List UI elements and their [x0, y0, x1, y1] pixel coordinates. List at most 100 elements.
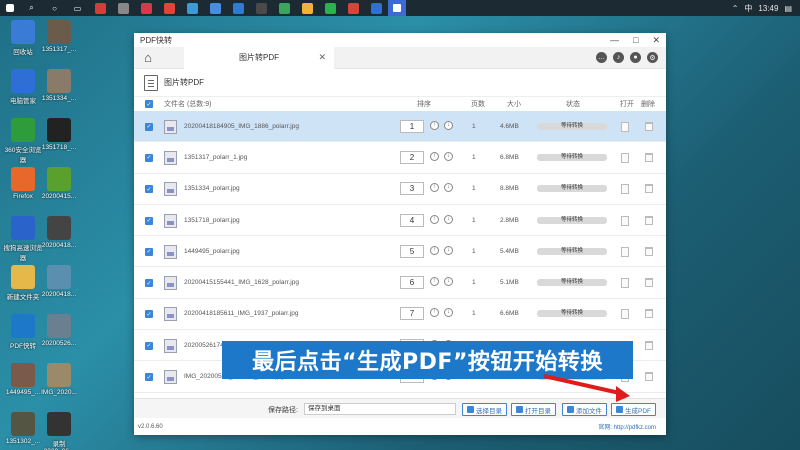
choose-dir-button[interactable]: 选择目录: [462, 403, 507, 416]
move-up-icon[interactable]: ↑: [430, 308, 439, 318]
move-up-icon[interactable]: ↑: [430, 120, 439, 130]
table-row[interactable]: ✓ 20200415155441_IMG_1628_polarr.jpg 6 ↑ ↓ 1 5…: [134, 268, 666, 299]
move-down-icon[interactable]: ↓: [444, 120, 453, 130]
app7-icon[interactable]: [233, 2, 244, 14]
row-checkbox[interactable]: ✓: [145, 216, 153, 225]
order-input[interactable]: 3: [400, 182, 424, 196]
row-checkbox[interactable]: ✓: [145, 153, 153, 162]
row-checkbox[interactable]: ✓: [145, 373, 153, 382]
row-checkbox[interactable]: ✓: [145, 247, 153, 256]
app1-icon[interactable]: [95, 2, 106, 14]
order-input[interactable]: 5: [400, 244, 424, 258]
delete-trash-icon[interactable]: [645, 184, 653, 194]
desktop-icon[interactable]: 录制_2020_06_...: [38, 412, 80, 450]
clock[interactable]: 13:49: [758, 4, 778, 13]
delete-trash-icon[interactable]: [645, 309, 653, 319]
desktop-icon[interactable]: IMG_2020...: [38, 363, 80, 396]
open-file-icon[interactable]: [621, 309, 629, 320]
website-link[interactable]: 官网: http://pdfkz.com: [598, 422, 662, 431]
desktop-icon[interactable]: 1351334_...: [38, 69, 80, 102]
open-file-icon[interactable]: [621, 152, 629, 163]
delete-trash-icon[interactable]: [645, 278, 653, 288]
app12-icon[interactable]: [348, 2, 359, 14]
app14-icon[interactable]: [388, 0, 406, 16]
move-up-icon[interactable]: ↑: [430, 214, 439, 224]
row-checkbox[interactable]: ✓: [145, 122, 153, 131]
table-row[interactable]: ✓ 1351334_polarr.jpg 3 ↑ ↓ 1 8.8MB 等待转换: [134, 174, 666, 205]
header-order[interactable]: 排序: [417, 99, 431, 109]
order-input[interactable]: 6: [400, 276, 424, 290]
save-path-input[interactable]: 保存到桌面: [304, 403, 456, 415]
order-input[interactable]: 1: [400, 119, 424, 133]
add-file-button[interactable]: 添加文件: [562, 403, 607, 416]
app13-icon[interactable]: [371, 2, 382, 14]
app5-icon[interactable]: [187, 2, 198, 14]
open-file-icon[interactable]: [621, 215, 629, 226]
desktop-icon[interactable]: 20200526...: [38, 314, 80, 347]
circle-icon[interactable]: ○: [49, 3, 60, 14]
taskview-icon[interactable]: ▭: [72, 3, 83, 14]
move-up-icon[interactable]: ↑: [430, 151, 439, 161]
move-down-icon[interactable]: ↓: [444, 183, 453, 193]
desktop-icon[interactable]: 20200415...: [38, 167, 80, 200]
open-file-icon[interactable]: [621, 246, 629, 257]
open-file-icon[interactable]: [621, 184, 629, 195]
move-down-icon[interactable]: ↓: [444, 245, 453, 255]
desktop-icon[interactable]: 1351718_...: [38, 118, 80, 151]
close-button[interactable]: ✕: [652, 35, 660, 46]
app9-icon[interactable]: [279, 2, 290, 14]
table-row[interactable]: ✓ 20200418184905_IMG_1886_polarr.jpg 1 ↑ ↓ 1 4…: [134, 111, 666, 143]
tray-up-icon[interactable]: ⌃: [732, 4, 739, 13]
row-checkbox[interactable]: ✓: [145, 279, 153, 288]
move-down-icon[interactable]: ↓: [444, 214, 453, 224]
table-row[interactable]: ✓ 1449495_polarr.jpg 5 ↑ ↓ 1 5.4MB 等待转换: [134, 236, 666, 268]
generate-pdf-button[interactable]: 生成PDF: [611, 403, 656, 416]
headset-icon[interactable]: ♪: [613, 52, 624, 63]
app11-icon[interactable]: [325, 2, 336, 14]
table-row[interactable]: ✓ 1351317_polarr_1.jpg 2 ↑ ↓ 1 6.8MB 等待转换: [134, 142, 666, 174]
table-row[interactable]: ✓ 20200418185611_IMG_1937_polarr.jpg 7 ↑ ↓ 1 6…: [134, 299, 666, 331]
delete-trash-icon[interactable]: [645, 340, 653, 350]
gear-icon[interactable]: ⚙: [647, 52, 658, 63]
row-checkbox[interactable]: ✓: [145, 310, 153, 319]
delete-trash-icon[interactable]: [645, 246, 653, 256]
open-file-icon[interactable]: [621, 121, 629, 132]
notification-icon[interactable]: ▤: [784, 4, 792, 13]
search-icon[interactable]: ⌕: [26, 3, 37, 14]
app10-icon[interactable]: [302, 2, 313, 14]
minimize-button[interactable]: —: [610, 35, 619, 46]
open-file-icon[interactable]: [621, 278, 629, 289]
app8-icon[interactable]: [256, 2, 267, 14]
move-up-icon[interactable]: ↑: [430, 245, 439, 255]
open-dir-button[interactable]: 打开目录: [511, 403, 556, 416]
app6-icon[interactable]: [210, 2, 221, 14]
delete-trash-icon[interactable]: [645, 152, 653, 162]
input-method[interactable]: 中: [744, 3, 752, 14]
delete-trash-icon[interactable]: [645, 372, 653, 382]
desktop-icon[interactable]: 1351317_...: [38, 20, 80, 53]
home-icon[interactable]: ⌂: [134, 47, 162, 69]
user-icon[interactable]: ●: [630, 52, 641, 63]
order-input[interactable]: 2: [400, 150, 424, 164]
row-checkbox[interactable]: ✓: [145, 341, 153, 350]
app3-icon[interactable]: [141, 2, 152, 14]
tab-close-icon[interactable]: ✕: [318, 52, 326, 63]
chat-icon[interactable]: …: [596, 52, 607, 63]
windows-icon[interactable]: [6, 4, 14, 12]
app4-icon[interactable]: [164, 2, 175, 14]
maximize-button[interactable]: □: [633, 35, 638, 46]
delete-trash-icon[interactable]: [645, 215, 653, 225]
table-row[interactable]: ✓ 1351718_polarr.jpg 4 ↑ ↓ 1 2.8MB 等待转换: [134, 205, 666, 237]
row-checkbox[interactable]: ✓: [145, 185, 153, 194]
move-down-icon[interactable]: ↓: [444, 308, 453, 318]
app2-icon[interactable]: [118, 2, 129, 14]
desktop-icon[interactable]: 20200418...: [38, 265, 80, 298]
tab-image-to-pdf[interactable]: 图片转PDF ✕: [184, 46, 334, 69]
order-input[interactable]: 4: [400, 213, 424, 227]
move-up-icon[interactable]: ↑: [430, 183, 439, 193]
select-all-checkbox[interactable]: ✓: [145, 100, 153, 108]
move-down-icon[interactable]: ↓: [444, 151, 453, 161]
order-input[interactable]: 7: [400, 307, 424, 321]
move-down-icon[interactable]: ↓: [444, 277, 453, 287]
desktop-icon[interactable]: 20200418...: [38, 216, 80, 249]
